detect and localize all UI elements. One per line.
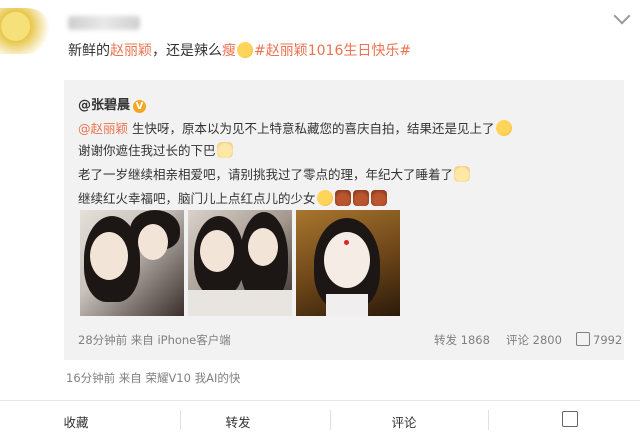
- repost-line-4-text: 继续红火幸福吧，脑门儿上点红点儿的少女: [78, 191, 316, 206]
- chevron-down-icon[interactable]: [613, 7, 631, 25]
- repost-mention-link[interactable]: @赵丽颖: [78, 121, 128, 136]
- repost-button[interactable]: 转发: [188, 412, 288, 431]
- photo-thumbnail-2[interactable]: [188, 210, 292, 316]
- verified-badge-icon: V: [133, 100, 147, 113]
- repost-line-4: 继续红火幸福吧，脑门儿上点红点儿的少女: [78, 188, 388, 207]
- like-button[interactable]: [562, 411, 578, 427]
- divider: [0, 400, 640, 401]
- emoji-cake-icon: [370, 190, 387, 206]
- photo-thumbnail-1[interactable]: [80, 210, 184, 316]
- comment-button[interactable]: 评论: [354, 412, 454, 431]
- emoji-cat-icon: [454, 166, 471, 182]
- repost-card[interactable]: @张碧晨 V @赵丽颖 生快呀，原本以为见不上特意私藏您的喜庆自拍，结果还是见上了…: [64, 80, 624, 360]
- avatar[interactable]: [0, 8, 52, 54]
- mention-link[interactable]: 赵丽颖: [110, 43, 152, 59]
- repost-count[interactable]: 转发 1868: [434, 332, 490, 348]
- blurred-username[interactable]: [68, 16, 140, 30]
- comment-count[interactable]: 评论 2800: [506, 332, 562, 348]
- repost-author-name[interactable]: @张碧晨: [78, 98, 130, 113]
- post-text-mid: ，还是辣么: [152, 43, 222, 59]
- repost-line-1: @赵丽颖 生快呀，原本以为见不上特意私藏您的喜庆自拍，结果还是见上了: [78, 118, 513, 137]
- repost-line-1-text: 生快呀，原本以为见不上特意私藏您的喜庆自拍，结果还是见上了: [128, 121, 495, 136]
- action-separator: [488, 410, 489, 430]
- repost-line-2-text: 谢谢你遮住我过长的下巴: [78, 143, 216, 158]
- photo-thumbnail-3[interactable]: [296, 210, 400, 316]
- emoji-face-icon: [316, 190, 333, 206]
- post-meta[interactable]: 16分钟前 来自 荣耀V10 我AI的快: [66, 370, 240, 386]
- hashtag-link[interactable]: #赵丽颖1016生日快乐#: [254, 43, 411, 59]
- post-text-red: 瘦: [222, 43, 236, 59]
- emoji-face-icon: [237, 42, 253, 58]
- post-text: 新鲜的赵丽颖，还是辣么瘦 #赵丽颖1016生日快乐#: [68, 40, 411, 60]
- repost-line-3-text: 老了一岁继续相亲相爱吧，请别挑我过了零点的理，年纪大了睡着了: [78, 167, 454, 182]
- like-count-value: 7992: [593, 333, 623, 347]
- repost-author[interactable]: @张碧晨 V: [78, 94, 147, 113]
- favorite-button[interactable]: 收藏: [26, 412, 126, 431]
- like-count[interactable]: 7992: [576, 332, 622, 347]
- like-icon: [576, 332, 590, 346]
- emoji-cake-icon: [352, 190, 369, 206]
- action-separator: [180, 410, 181, 430]
- emoji-face-icon: [495, 120, 512, 136]
- repost-meta[interactable]: 28分钟前 来自 iPhone客户端: [78, 332, 231, 348]
- post-text-plain: 新鲜的: [68, 43, 110, 59]
- emoji-cat-icon: [216, 142, 233, 158]
- emoji-cake-icon: [334, 190, 351, 206]
- repost-line-2: 谢谢你遮住我过长的下巴: [78, 140, 234, 159]
- repost-line-3: 老了一岁继续相亲相爱吧，请别挑我过了零点的理，年纪大了睡着了: [78, 164, 471, 183]
- action-separator: [330, 410, 331, 430]
